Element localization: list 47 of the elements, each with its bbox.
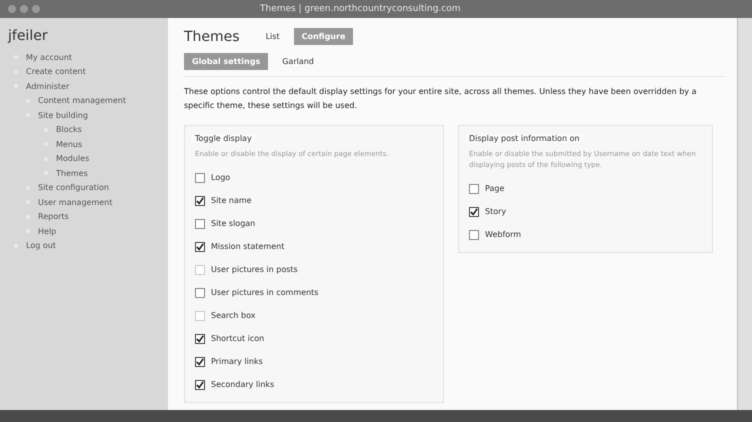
nav-link[interactable]: Site building (38, 110, 88, 120)
checkbox-label: User pictures in comments (211, 288, 318, 297)
checkbox[interactable] (195, 172, 205, 182)
checkbox-label: Site slogan (211, 219, 256, 228)
nav-link[interactable]: User management (38, 198, 112, 207)
window-title: Themes | green.northcountryconsulting.com (260, 4, 460, 14)
tab[interactable]: Global settings (184, 53, 268, 70)
nav-link[interactable]: Reports (38, 212, 69, 222)
nav-link[interactable]: Blocks (56, 125, 82, 134)
tab[interactable]: Configure (294, 28, 354, 45)
checkbox-label: Webform (485, 230, 522, 239)
checkbox[interactable] (469, 184, 479, 194)
checkbox[interactable] (195, 196, 205, 206)
checkbox[interactable] (195, 380, 205, 390)
checkbox[interactable] (195, 218, 205, 228)
checkbox-label: Mission statement (211, 242, 284, 251)
scrollbar[interactable] (737, 18, 752, 410)
intro-text: These options control the default display settings for your entire site, across all themes. Unless they have been overridden by a specific theme, these settings will be used. (184, 86, 698, 112)
checkbox-label: Search box (211, 311, 256, 320)
checkbox-label: Primary links (211, 357, 263, 366)
checkbox-label: Shortcut icon (211, 334, 264, 343)
checkbox[interactable] (195, 334, 205, 344)
tab[interactable]: Garland (274, 53, 322, 70)
checkbox[interactable] (195, 288, 205, 298)
checkbox-label: Secondary links (211, 380, 274, 389)
checkbox[interactable] (195, 356, 205, 366)
nav-link[interactable]: Themes (56, 168, 88, 178)
checkbox[interactable] (469, 206, 479, 216)
checkbox-label: Site name (211, 196, 252, 205)
checkbox[interactable] (195, 242, 205, 252)
page-title: Themes (184, 28, 240, 44)
nav-link[interactable]: Menus (56, 140, 82, 149)
nav-link[interactable]: Content management (38, 96, 126, 106)
nav-link[interactable]: Create content (26, 67, 86, 76)
nav-link[interactable]: Administer (26, 82, 70, 91)
checkbox-label: Page (485, 184, 504, 193)
checkbox-label: Story (485, 207, 506, 216)
nav-link[interactable]: Help (38, 226, 56, 236)
nav-link[interactable]: Site configuration (38, 183, 109, 192)
nav-link[interactable]: Modules (56, 154, 90, 164)
tab[interactable]: List (258, 28, 288, 45)
checkbox[interactable] (469, 230, 479, 240)
nav-link[interactable]: Log out (26, 241, 56, 250)
nav-link[interactable]: My account (26, 52, 72, 62)
checkbox-label: Logo (211, 173, 230, 182)
checkbox-label: User pictures in posts (211, 265, 298, 274)
username: jfeiler (8, 28, 49, 44)
